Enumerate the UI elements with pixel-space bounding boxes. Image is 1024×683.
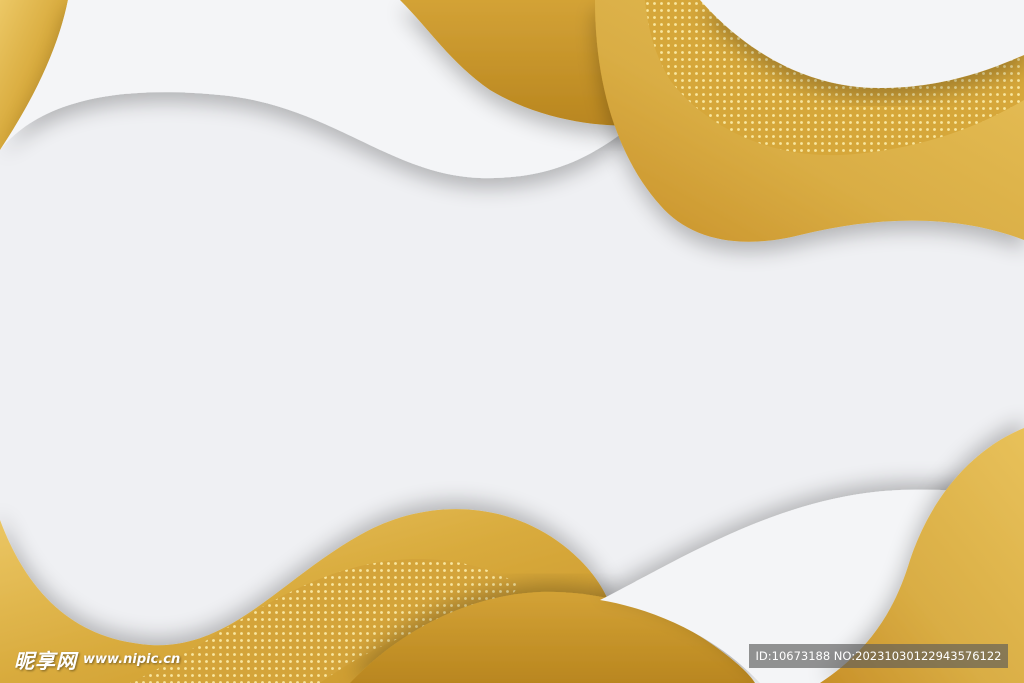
watermark-logo-text: 昵享网 bbox=[14, 648, 77, 673]
watermark-logo: 昵享网 www.nipic.cn bbox=[14, 645, 180, 673]
watermark-url: www.nipic.cn bbox=[83, 651, 181, 667]
gold-wave-background bbox=[0, 0, 1024, 683]
watermark-id: ID:10673188 NO:20231030122943576122 bbox=[749, 644, 1008, 668]
